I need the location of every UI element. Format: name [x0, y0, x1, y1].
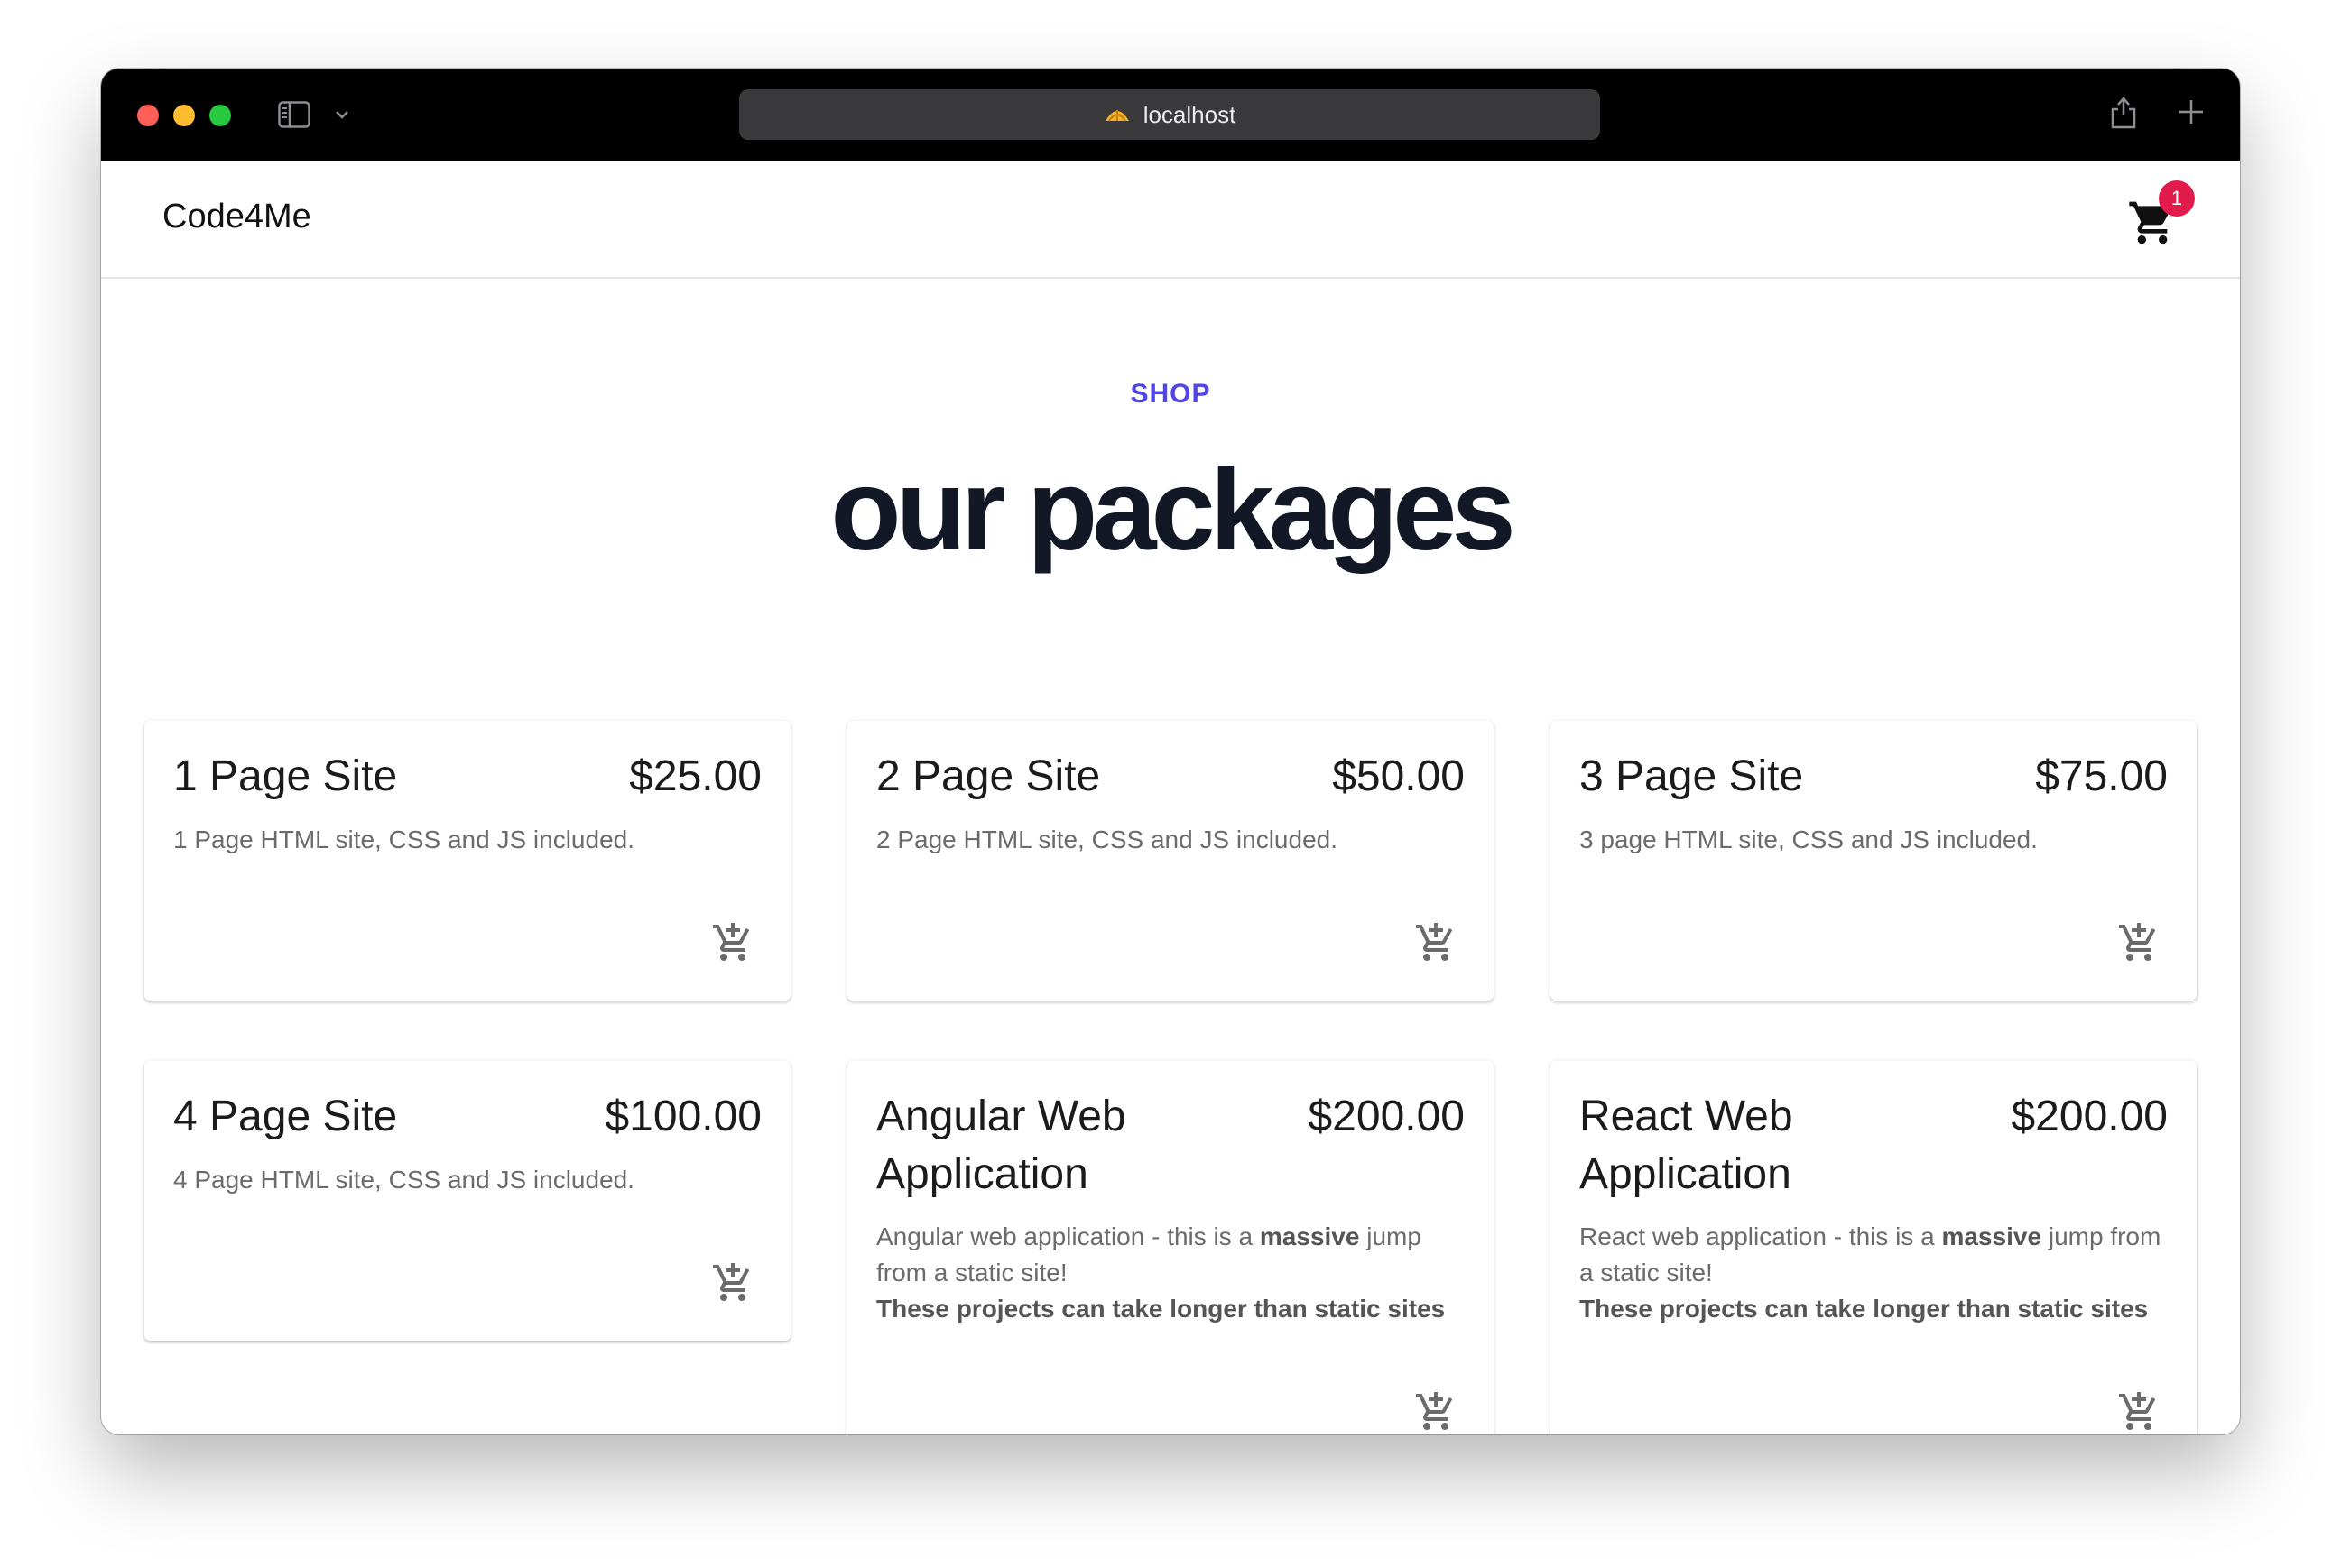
package-title: Angular Web Application [876, 1093, 1126, 1198]
package-description: 1 Page HTML site, CSS and JS included. [173, 826, 634, 853]
description-note: These projects can take longer than stat… [876, 1295, 1446, 1323]
brand-logo[interactable]: Code4Me [162, 198, 311, 236]
url-text: localhost [1143, 100, 1236, 128]
description-emphasis: massive [1941, 1222, 2042, 1250]
add-to-cart-icon[interactable] [711, 1261, 754, 1305]
cart-count-badge: 1 [2159, 180, 2195, 217]
add-to-cart-icon[interactable] [1414, 921, 1457, 964]
add-to-cart-icon[interactable] [2117, 1390, 2161, 1434]
package-title: 1 Page Site [173, 752, 398, 800]
add-to-cart-icon[interactable] [711, 921, 754, 964]
add-to-cart-icon[interactable] [2117, 921, 2161, 964]
add-to-cart-icon[interactable] [1414, 1390, 1457, 1434]
chevron-down-icon[interactable] [334, 106, 350, 123]
package-description: Angular web application - this is a mass… [876, 1219, 1472, 1327]
site-navbar: Code4Me [101, 161, 2240, 279]
package-description: 4 Page HTML site, CSS and JS included. [173, 1166, 634, 1194]
package-title: React Web Application [1579, 1093, 1793, 1198]
description-text: React web application - this is a [1579, 1222, 1942, 1250]
description-text: Angular web application - this is a [876, 1222, 1260, 1250]
browser-window: localhost Code4Me 1 SHOP our packages 1 … [101, 69, 2240, 1434]
package-price: $100.00 [605, 1093, 762, 1140]
address-bar[interactable]: localhost [739, 89, 1600, 140]
package-price: $75.00 [2035, 752, 2168, 800]
package-price: $50.00 [1332, 752, 1465, 800]
package-title: 2 Page Site [876, 752, 1101, 800]
package-card: 2 Page Site $50.00 2 Page HTML site, CSS… [847, 721, 1494, 1001]
sidebar-icon[interactable] [278, 101, 310, 128]
minimize-window-button[interactable] [173, 105, 195, 126]
package-card: 3 Page Site $75.00 3 page HTML site, CSS… [1550, 721, 2197, 1001]
package-description: 2 Page HTML site, CSS and JS included. [876, 826, 1337, 853]
package-title: 4 Page Site [173, 1093, 398, 1140]
package-card: 1 Page Site $25.00 1 Page HTML site, CSS… [144, 721, 791, 1001]
zoom-window-button[interactable] [209, 105, 231, 126]
description-note: These projects can take longer than stat… [1579, 1295, 2149, 1323]
package-card: Angular Web Application $200.00 Angular … [847, 1061, 1494, 1434]
share-icon[interactable] [2109, 94, 2138, 130]
browser-titlebar: localhost [101, 69, 2240, 161]
package-title: 3 Page Site [1579, 752, 1804, 800]
package-price: $200.00 [2011, 1093, 2168, 1140]
site-favicon-icon [1105, 110, 1129, 122]
close-window-button[interactable] [137, 105, 159, 126]
package-price: $200.00 [1308, 1093, 1465, 1140]
page-title: our packages [830, 446, 1515, 575]
new-tab-icon[interactable] [2177, 97, 2206, 126]
package-card: React Web Application $200.00 React web … [1550, 1061, 2197, 1434]
package-price: $25.00 [629, 752, 762, 800]
description-emphasis: massive [1259, 1222, 1360, 1250]
package-description: 3 page HTML site, CSS and JS included. [1579, 826, 2038, 853]
package-card: 4 Page Site $100.00 4 Page HTML site, CS… [144, 1061, 791, 1341]
package-description: React web application - this is a massiv… [1579, 1219, 2175, 1327]
section-kicker: SHOP [1130, 379, 1211, 409]
